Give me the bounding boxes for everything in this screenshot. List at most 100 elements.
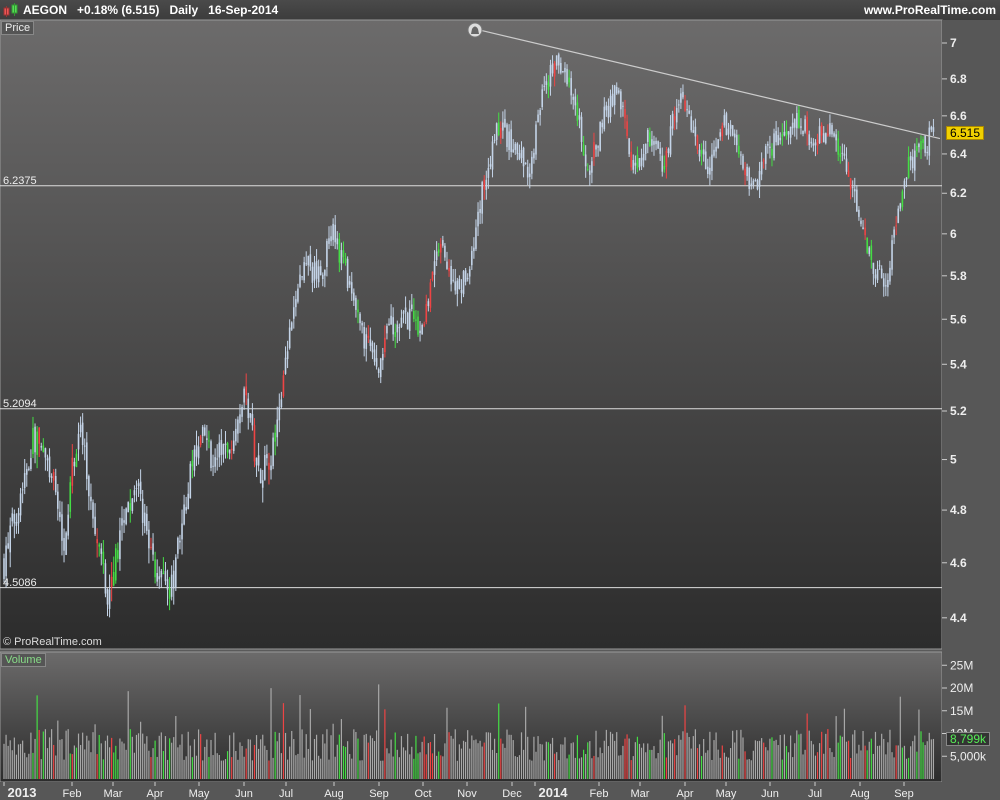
- price-bar-body: [531, 156, 533, 174]
- price-bar-body: [905, 177, 908, 180]
- price-bar-body: [781, 134, 784, 137]
- price-bar-body: [150, 546, 152, 548]
- price-bar-body: [471, 250, 473, 266]
- price-bar-body: [758, 170, 761, 187]
- price-bar-body: [893, 229, 895, 238]
- price-bar-body: [632, 160, 635, 170]
- x-tick-label: Nov: [457, 788, 477, 800]
- price-bar-body: [876, 269, 879, 281]
- price-bar-body: [274, 432, 276, 442]
- price-bar-body: [272, 437, 274, 467]
- price-bar-body: [862, 227, 864, 230]
- x-tick-label: Dec: [502, 788, 522, 800]
- price-bar-body: [433, 261, 436, 275]
- price-bar-body: [547, 82, 550, 90]
- price-bar-body: [450, 265, 452, 285]
- price-bar-body: [866, 237, 868, 253]
- price-bar-body: [375, 358, 378, 367]
- price-bar-body: [237, 419, 239, 434]
- price-bar-body: [290, 322, 293, 330]
- price-bar-body: [220, 439, 223, 456]
- price-bar-body: [880, 268, 883, 279]
- price-panel-label: Price: [1, 21, 35, 35]
- price-bar-body: [429, 282, 432, 308]
- price-bar-body: [907, 156, 910, 178]
- price-bar-body: [822, 133, 825, 143]
- price-bar-body: [402, 311, 405, 314]
- price-bar-body: [690, 116, 693, 131]
- price-bar-body: [141, 498, 144, 523]
- price-bar-body: [456, 280, 459, 294]
- price-bar-body: [922, 139, 924, 144]
- x-tick-label: Oct: [414, 788, 431, 800]
- price-bar-body: [638, 158, 641, 168]
- price-bar-body: [46, 458, 49, 461]
- price-bar-body: [665, 150, 668, 167]
- price-bar-body: [7, 543, 9, 549]
- price-bar-body: [408, 308, 411, 331]
- price-bar-body: [86, 442, 88, 480]
- price-bar-body: [704, 151, 707, 170]
- price-bar-body: [746, 166, 748, 177]
- price-bar-body: [578, 115, 581, 120]
- price-bar-body: [812, 143, 815, 146]
- price-bar-body: [858, 209, 860, 217]
- price-bar-body: [247, 398, 250, 419]
- price-bar-body: [810, 141, 813, 144]
- price-bar-body: [649, 132, 651, 147]
- price-bar-body: [172, 570, 175, 589]
- price-bar-body: [175, 557, 177, 588]
- y-tick-label: 5.2: [950, 404, 967, 418]
- price-bar-body: [394, 332, 397, 337]
- price-bar-body: [301, 276, 303, 278]
- price-bar-body: [102, 551, 105, 565]
- price-bar-body: [146, 513, 148, 531]
- price-bar-body: [311, 266, 314, 283]
- price-bar-body: [630, 151, 633, 168]
- price-bar-body: [835, 134, 837, 141]
- price-bar-body: [574, 96, 577, 106]
- y-tick-label: 7: [950, 36, 957, 50]
- y-tick-label: 4.8: [950, 503, 967, 517]
- price-bar-body: [524, 162, 527, 164]
- price-bar-body: [479, 208, 481, 213]
- price-bar-body: [307, 256, 310, 266]
- price-bar-body: [119, 530, 121, 560]
- price-bar-body: [379, 358, 382, 378]
- price-bar-body: [489, 164, 492, 167]
- y-tick-label: 6.6: [950, 109, 967, 123]
- price-bar-body: [634, 162, 637, 166]
- price-bar-body: [831, 125, 833, 135]
- price-bar-body: [415, 319, 417, 321]
- price-bar-body: [13, 514, 16, 524]
- price-bar-body: [148, 529, 150, 549]
- price-bar-body: [762, 160, 765, 162]
- price-volume-chart[interactable]: 4.4 4.6 4.8 5 5.2 5.4 5.6 5.8 6 6.2 6.4 6.6 6.8 7 5,00…: [0, 0, 1000, 800]
- price-bar-body: [783, 131, 786, 136]
- price-bar-body: [166, 579, 169, 590]
- price-bar-body: [514, 143, 517, 150]
- price-bar-body: [837, 138, 840, 155]
- price-bar-body: [785, 130, 788, 136]
- price-bar-body: [230, 448, 233, 451]
- price-bar-body: [760, 161, 763, 175]
- price-bar-body: [334, 224, 336, 243]
- price-bar-body: [81, 422, 84, 445]
- price-panel: [0, 19, 943, 650]
- price-bar-body: [439, 244, 442, 253]
- price-bar-body: [187, 493, 190, 510]
- price-bar-body: [800, 126, 802, 128]
- price-bar-body: [686, 109, 688, 111]
- price-bar-body: [245, 386, 247, 396]
- price-bar-body: [28, 468, 30, 470]
- price-bar-body: [723, 115, 726, 126]
- price-bar-body: [533, 152, 535, 159]
- price-bar-body: [158, 576, 161, 580]
- price-bar-body: [918, 143, 920, 148]
- price-bar-body: [44, 448, 47, 458]
- price-bar-body: [899, 203, 902, 209]
- price-bar-body: [278, 407, 281, 421]
- price-bar-body: [872, 262, 875, 274]
- price-bar-body: [562, 71, 564, 73]
- price-bar-body: [427, 301, 430, 307]
